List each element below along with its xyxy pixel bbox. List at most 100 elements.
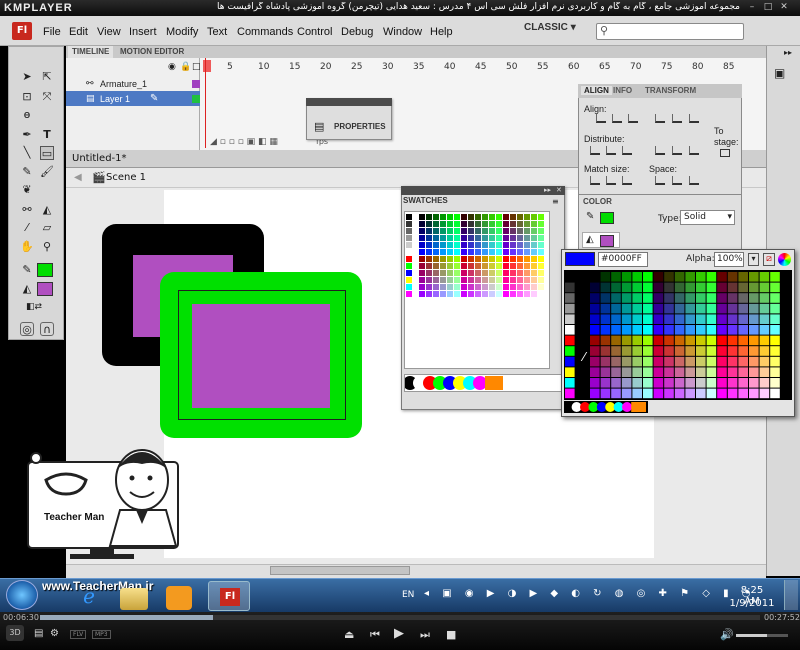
panel-header[interactable] <box>401 186 565 195</box>
hand-tool-icon[interactable]: ✋ <box>20 240 34 254</box>
play-icon[interactable]: ▶ <box>394 626 404 641</box>
align-option-icon[interactable] <box>672 114 682 123</box>
panel-header[interactable] <box>306 98 392 106</box>
color-swatch-grid[interactable] <box>564 270 792 400</box>
menu-file[interactable]: File <box>43 26 61 38</box>
lasso-tool-icon[interactable]: ɵ <box>20 108 34 122</box>
volume-icon[interactable]: 🔊 <box>720 628 734 641</box>
folder-icon[interactable] <box>120 588 148 610</box>
previous-icon[interactable]: ⏮ <box>370 628 380 642</box>
3d-badge[interactable]: 3D <box>6 625 24 641</box>
workspace-switcher[interactable]: CLASSIC ▾ <box>524 22 584 40</box>
tab-transform[interactable]: TRANSFORM <box>645 86 696 95</box>
to-stage-icon[interactable] <box>720 149 730 157</box>
menu-text[interactable]: Text <box>207 26 227 38</box>
document-tab[interactable]: Untitled-1* <box>72 153 127 164</box>
no-color-icon[interactable]: ⧄ <box>763 253 775 266</box>
subselection-tool-icon[interactable]: ⇱ <box>40 70 54 84</box>
timeline-controls[interactable]: ◢ ▫ ▫ ▫ ▣ ◧ ▦ <box>210 137 278 147</box>
start-button[interactable] <box>6 580 38 610</box>
type-select[interactable]: Solid ▾ <box>680 210 735 225</box>
tray-icons[interactable]: ◂ ▣ ◉ ▶ ◑ ▶ ◆ ◐ ↻ ◍ ◎ ✚ ⚑ ◇ ▮ ◔ <box>424 588 756 599</box>
swatches-tab[interactable]: SWATCHES <box>403 196 448 205</box>
snap-to-objects-icon[interactable]: ∩ <box>40 322 54 336</box>
show-desktop-button[interactable] <box>784 580 798 610</box>
rectangle-tool-icon[interactable]: ▭ <box>40 146 54 160</box>
clock-date[interactable]: 1/9/2011 <box>728 598 776 609</box>
paint-bucket-tool-icon[interactable]: ◭ <box>40 203 54 217</box>
align-option-icon[interactable] <box>655 114 665 123</box>
object-drawing-icon[interactable]: ◎ <box>20 322 34 336</box>
expand-icon[interactable]: ▸▸ <box>784 48 792 57</box>
fill-color-chip[interactable] <box>600 235 614 247</box>
language-indicator[interactable]: EN <box>402 590 414 600</box>
deco-tool-icon[interactable]: ❦ <box>20 183 34 197</box>
align-option-icon[interactable] <box>596 114 606 123</box>
eject-icon[interactable]: ⏏ <box>344 628 354 641</box>
stop-icon[interactable]: ■ <box>446 628 456 641</box>
menu-edit[interactable]: Edit <box>69 26 88 38</box>
swap-colors-icon[interactable]: ◧⇄ <box>26 300 42 314</box>
align-option-icon[interactable] <box>590 146 600 155</box>
menu-help[interactable]: Help <box>430 26 453 38</box>
menu-control[interactable]: Control <box>297 26 332 38</box>
menu-window[interactable]: Window <box>383 26 422 38</box>
align-option-icon[interactable] <box>689 146 699 155</box>
3d-rotation-tool-icon[interactable]: ⤧ <box>40 90 54 104</box>
swatch-grid[interactable] <box>404 211 550 369</box>
align-option-icon[interactable] <box>655 146 665 155</box>
panel-menu-icon[interactable]: ≡ <box>552 197 559 206</box>
align-option-icon[interactable] <box>612 114 622 123</box>
pen-tool-icon[interactable]: ✒ <box>20 128 34 142</box>
fill-color-swatch[interactable] <box>37 282 53 296</box>
alpha-field[interactable]: 100% <box>714 252 744 267</box>
settings-icon[interactable]: ⚙ <box>50 628 59 639</box>
text-tool-icon[interactable]: T <box>40 128 54 142</box>
internet-explorer-icon[interactable]: ℯ <box>70 582 108 610</box>
zoom-tool-icon[interactable]: ⚲ <box>40 240 54 254</box>
scrollbar-thumb[interactable] <box>270 566 410 575</box>
eye-icon[interactable]: ◉ <box>168 62 176 72</box>
back-arrow-icon[interactable]: ◀ <box>74 172 82 183</box>
align-option-icon[interactable] <box>672 176 682 185</box>
playlist-icon[interactable]: ▤ <box>34 628 43 639</box>
color-tab[interactable]: COLOR <box>583 197 612 206</box>
menu-insert[interactable]: Insert <box>129 26 157 38</box>
purple-fill[interactable] <box>192 304 330 408</box>
menu-view[interactable]: View <box>97 26 121 38</box>
next-icon[interactable]: ⏭ <box>420 628 430 642</box>
horizontal-scrollbar[interactable] <box>66 564 766 578</box>
align-option-icon[interactable] <box>622 176 632 185</box>
selection-tool-icon[interactable]: ➤ <box>20 70 34 84</box>
pencil-tool-icon[interactable]: ✎ <box>20 165 34 179</box>
align-option-icon[interactable] <box>655 176 665 185</box>
tab-info[interactable]: INFO <box>613 86 632 95</box>
chevron-down-icon[interactable]: ▾ <box>748 253 759 266</box>
tab-motion-editor[interactable]: MOTION EDITOR <box>116 46 188 58</box>
media-player-icon[interactable] <box>166 586 192 610</box>
brush-tool-icon[interactable]: 🖌 <box>40 165 54 179</box>
lock-icon[interactable]: 🔒 <box>180 62 191 72</box>
align-option-icon[interactable] <box>672 146 682 155</box>
align-option-icon[interactable] <box>606 146 616 155</box>
close-icon[interactable]: ✕ <box>778 2 790 13</box>
align-option-icon[interactable] <box>622 146 632 155</box>
align-option-icon[interactable] <box>606 176 616 185</box>
color-wheel-icon[interactable] <box>778 253 791 266</box>
gradient-swatches[interactable] <box>563 401 648 413</box>
collapse-icon[interactable]: ▸▸ <box>544 186 551 194</box>
tab-timeline[interactable]: TIMELINE <box>68 46 114 58</box>
stroke-color-swatch[interactable] <box>37 263 53 277</box>
maximize-icon[interactable]: □ <box>762 2 774 13</box>
menu-debug[interactable]: Debug <box>341 26 373 38</box>
line-tool-icon[interactable]: ╲ <box>20 146 34 160</box>
hex-field[interactable]: #0000FF <box>598 252 648 267</box>
menu-modify[interactable]: Modify <box>166 26 198 38</box>
menu-commands[interactable]: Commands <box>237 26 293 38</box>
eraser-tool-icon[interactable]: ▱ <box>40 221 54 235</box>
close-icon[interactable]: ✕ <box>556 186 562 194</box>
tab-align[interactable]: ALIGN <box>581 86 612 95</box>
library-icon[interactable]: ▣ <box>774 66 785 80</box>
minimize-icon[interactable]: – <box>746 2 758 13</box>
align-option-icon[interactable] <box>590 176 600 185</box>
